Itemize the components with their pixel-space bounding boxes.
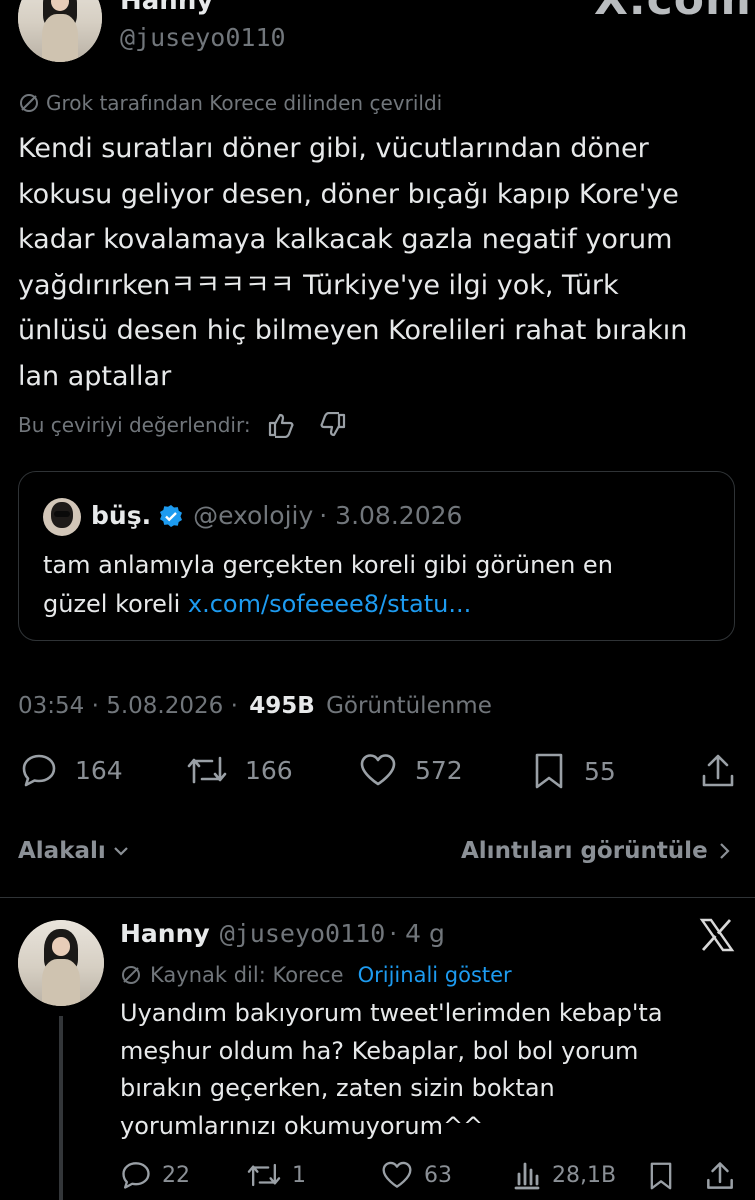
chevron-right-icon [718,841,732,861]
reply-icon [20,752,58,788]
reply-reply-count: 22 [162,1162,190,1188]
quote-header: büş. @exolojiy · 3.08.2026 [91,499,462,533]
reply-retweet-action[interactable]: 1 [246,1160,306,1190]
translation-note: Grok tarafından Korece dilinden çevrildi [18,90,442,116]
quoted-tweet-card[interactable]: büş. @exolojiy · 3.08.2026 tam anlamıyla… [18,471,735,641]
translate-icon [120,964,142,986]
reply-reply-action[interactable]: 22 [120,1160,190,1190]
author-avatar[interactable] [18,0,102,62]
x-logo-icon [699,918,735,952]
rate-translation: Bu çeviriyi değerlendir: [18,411,347,439]
thumbs-down-icon[interactable] [319,412,347,438]
quote-link[interactable]: x.com/sofeeee8/statu... [188,590,471,618]
source-language: Kaynak dil: Korece [150,963,344,987]
reply-author-name[interactable]: Hanny [120,916,210,952]
tweet-text: Kendi suratları döner gibi, vücutlarında… [18,126,748,399]
thumbs-up-icon[interactable] [267,412,295,438]
reply-like-count: 63 [424,1162,452,1188]
heart-icon [380,1160,414,1190]
like-count: 572 [415,755,463,785]
verified-badge-icon [159,504,183,528]
share-icon[interactable] [700,752,736,790]
retweet-icon [186,752,228,788]
author-handle[interactable]: @juseyo0110 [120,22,286,54]
rate-label: Bu çeviriyi değerlendir: [18,413,251,437]
views-label: Görüntülenme [326,693,492,719]
retweet-count: 166 [245,755,293,785]
reply-text-line: bırakın geçerken, zaten sizin boktan [120,1074,555,1102]
reply-text-line: meşhur oldum ha? Kebaplar, bol bol yorum [120,1036,639,1065]
x-watermark: X.com [594,0,752,22]
tweet-text-line: kadar kovalamaya kalkacak gazla negatif … [18,224,673,255]
heart-icon [358,752,398,788]
divider [0,897,755,898]
reply-retweet-count: 1 [292,1162,306,1188]
views-count: 495B [249,693,315,719]
reply-text-line: Uyandım bakıyorum tweet'lerimden kebap't… [120,999,663,1027]
bookmark-icon[interactable] [648,1160,674,1192]
sort-label: Alakalı [18,838,106,864]
bookmark-count: 55 [584,756,616,786]
reply-icon [120,1160,152,1190]
view-quotes-label: Alıntıları görüntüle [461,838,708,864]
quote-author-name[interactable]: büş. [91,499,151,533]
translation-note-text: Grok tarafından Korece dilinden çevrildi [46,91,443,115]
chevron-down-icon [112,842,130,860]
thread-line [59,1016,63,1200]
reply-action[interactable]: 164 [20,752,123,788]
tweet-meta: 03:54 · 5.08.2026 · 495B Görüntülenme [18,690,492,722]
quote-date: · 3.08.2026 [319,501,463,530]
tweet-text-line: yağdırırkenㅋㅋㅋㅋㅋ Türkiye'ye ilgi yok, Tü… [18,269,619,301]
retweet-icon [246,1160,282,1190]
reply-views-count: 28,1B [552,1162,617,1188]
reply-time: · 4 g [389,919,445,948]
reply-avatar[interactable] [18,920,104,1006]
reply-source-note: Kaynak dil: Korece Orijinali göster [120,960,512,990]
reply-like-action[interactable]: 63 [380,1160,452,1190]
quote-avatar[interactable] [43,498,81,536]
sort-dropdown[interactable]: Alakalı [18,835,130,867]
quote-text-line: tam anlamıyla gerçekten koreli gibi görü… [43,551,613,579]
bookmark-icon [532,752,566,790]
bookmark-action[interactable]: 55 [532,752,616,790]
tweet-text-line: lan aptallar [18,360,172,392]
quote-text: tam anlamıyla gerçekten koreli gibi görü… [43,546,723,624]
share-icon[interactable] [705,1160,735,1192]
reply-text: Uyandım bakıyorum tweet'lerimden kebap't… [120,995,740,1145]
retweet-action[interactable]: 166 [186,752,293,788]
reply-header: Hanny @juseyo0110 · 4 g [120,916,445,952]
quote-text-prefix: güzel koreli [43,590,188,618]
author-name[interactable]: Hanny [120,0,213,16]
reply-count: 164 [75,755,123,785]
show-original-link[interactable]: Orijinali göster [358,960,512,990]
translate-icon [18,92,40,114]
reply-views-action[interactable]: 28,1B [512,1160,616,1190]
like-action[interactable]: 572 [358,752,463,788]
tweet-text-line: ünlüsü desen hiç bilmeyen Korelileri rah… [18,315,688,346]
reply-author-handle[interactable]: @juseyo0110 [220,916,386,952]
quote-author-handle[interactable]: @exolojiy [193,499,313,533]
analytics-icon [512,1160,542,1190]
view-quotes-link[interactable]: Alıntıları görüntüle [461,835,732,867]
tweet-text-line: kokusu geliyor desen, döner bıçağı kapıp… [18,178,679,210]
quote-text-line: güzel koreli x.com/sofeeee8/statu... [43,585,723,624]
reply-text-line: yorumlarınızı okumuyorum^^ [120,1111,484,1140]
tweet-text-line: Kendi suratları döner gibi, vücutlarında… [18,133,649,164]
tweet-timestamp[interactable]: 03:54 · 5.08.2026 · [18,693,238,719]
